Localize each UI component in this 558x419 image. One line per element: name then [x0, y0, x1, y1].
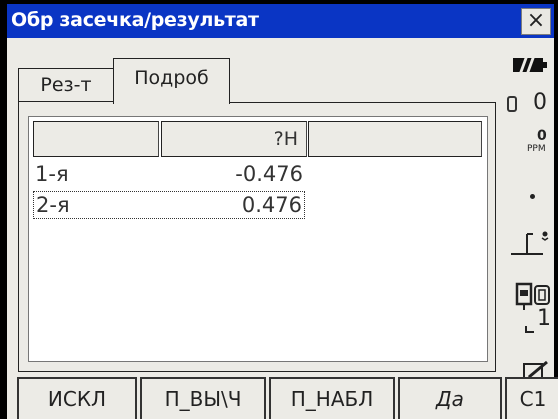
row-name: 1-я [35, 162, 69, 186]
table-row[interactable]: 1-я -0.476 [33, 161, 305, 189]
close-button[interactable]: × [521, 8, 551, 35]
softkey-exclude[interactable]: ИСКЛ [17, 377, 137, 419]
status-sidebar: 0 0 PPM 1 [505, 40, 554, 381]
ppm-label: PPM [527, 144, 546, 154]
frame-right [554, 0, 558, 419]
softkey-yes[interactable]: Да [398, 377, 502, 419]
level-icon[interactable] [509, 228, 551, 258]
face-value: 1 [537, 306, 551, 331]
table-row-selected[interactable]: 2-я 0.476 [33, 191, 305, 219]
battery-full-icon [513, 58, 547, 72]
tab-result[interactable]: Рез-т [18, 68, 114, 102]
softkey-c1[interactable]: C1 [505, 377, 558, 419]
softkey-p-calc[interactable]: П_ВЫ\Ч [140, 377, 266, 419]
prism-icon [507, 96, 517, 112]
screen: Обр засечка/результат × Рез-т Подроб ?H … [0, 0, 558, 419]
window-title: Обр засечка/результат [11, 9, 259, 31]
column-header-empty[interactable] [308, 121, 482, 157]
results-table: ?H 1-я -0.476 2-я 0.476 [28, 116, 488, 362]
signal-dot-icon [530, 194, 535, 199]
tab-details[interactable]: Подроб [113, 58, 230, 104]
softkey-bar: ИСКЛ П_ВЫ\Ч П_НАБЛ Да C1 [7, 377, 558, 419]
title-bar: Обр засечка/результат × [7, 4, 554, 38]
face-icon [525, 326, 534, 333]
ppm-value: 0 [537, 128, 547, 144]
column-header-point[interactable] [33, 121, 159, 157]
row-name: 2-я [36, 193, 70, 217]
row-value: 0.476 [241, 193, 302, 217]
frame-left [0, 0, 7, 419]
column-header-dh[interactable]: ?H [161, 121, 307, 157]
softkey-p-observe[interactable]: П_НАБЛ [269, 377, 395, 419]
prism-constant: 0 [533, 90, 547, 115]
row-value: -0.476 [235, 162, 303, 186]
